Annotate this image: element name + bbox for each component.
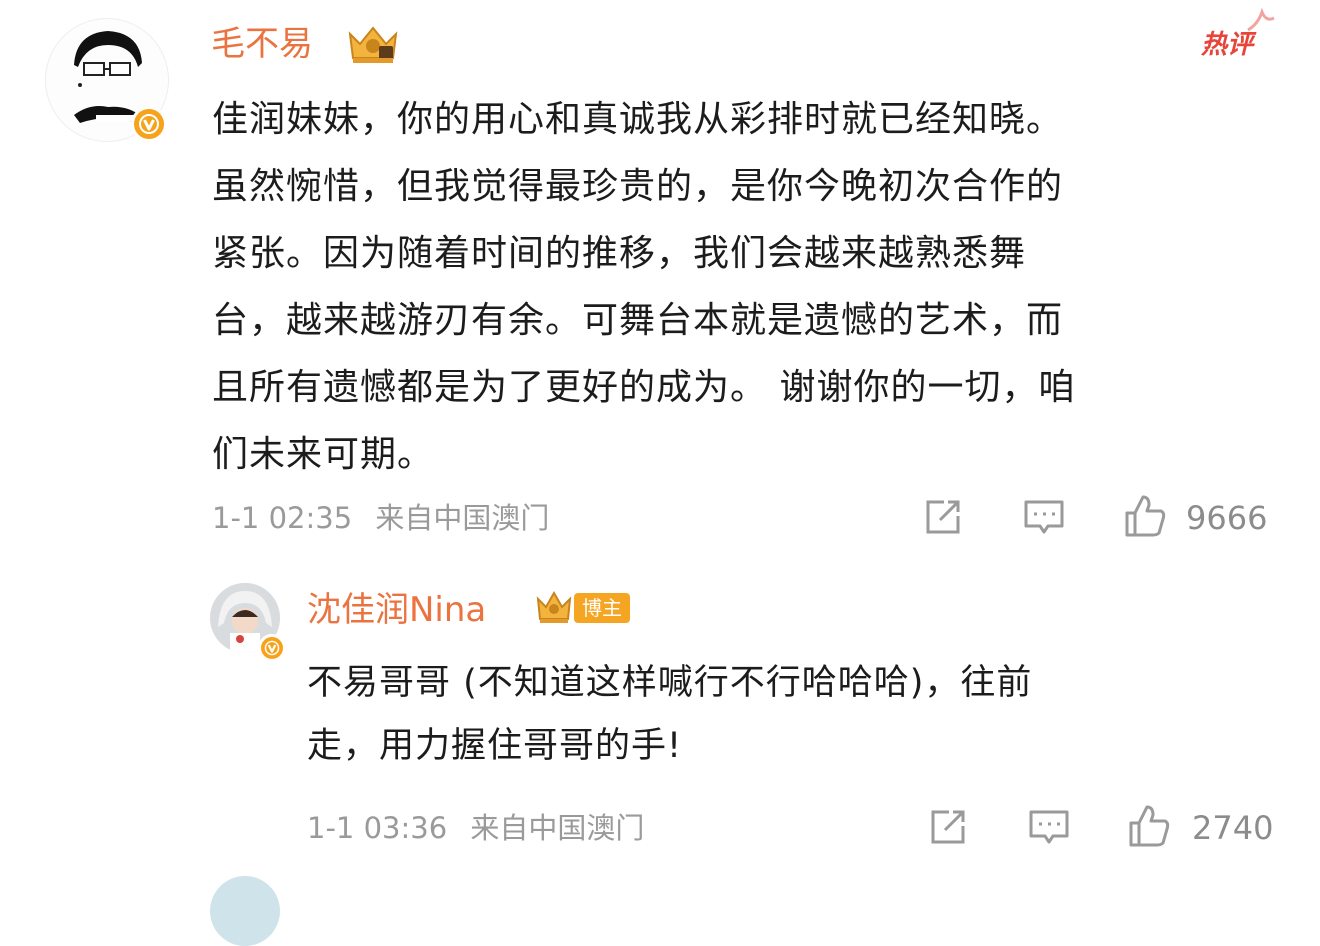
- share-icon[interactable]: [925, 804, 971, 850]
- next-avatar-partial: [210, 876, 280, 946]
- commenter-username[interactable]: 毛不易: [211, 24, 313, 64]
- reply-meta: 1-1 03:36 来自中国澳门: [307, 810, 644, 846]
- blogger-tag: 博主: [534, 589, 630, 627]
- like-icon[interactable]: [1120, 492, 1170, 542]
- blogger-tag-label: 博主: [574, 593, 630, 623]
- reply-location: 来自中国澳门: [470, 811, 645, 845]
- share-icon[interactable]: [920, 494, 966, 540]
- comment-body: 佳润妹妹，你的用心和真诚我从彩排时就已经知晓。 虽然惋惜，但我觉得最珍贵的，是你…: [212, 86, 1292, 488]
- comment-timestamp: 1-1 02:35: [212, 501, 353, 535]
- comment-line: 佳润妹妹，你的用心和真诚我从彩排时就已经知晓。: [212, 99, 1064, 140]
- comment-meta: 1-1 02:35 来自中国澳门: [212, 500, 549, 536]
- comment-line: 且所有遗憾都是为了更好的成为。 谢谢你的一切，咱: [212, 367, 1076, 408]
- comment-icon[interactable]: [1021, 494, 1067, 540]
- comment-like-count: 9666: [1186, 499, 1268, 537]
- like-icon[interactable]: [1124, 802, 1174, 852]
- comment-line: 紧张。因为随着时间的推移，我们会越来越熟悉舞: [212, 233, 1027, 274]
- crown-badge-icon: [536, 590, 572, 623]
- comment-icon[interactable]: [1026, 804, 1072, 850]
- crown-badge-icon: [344, 22, 402, 72]
- reply-like-count: 2740: [1192, 809, 1274, 847]
- reply-line: 走，用力握住哥哥的手!: [307, 726, 683, 766]
- hot-flag-icon: [1244, 7, 1276, 38]
- reply-timestamp: 1-1 03:36: [307, 811, 448, 845]
- reply-username[interactable]: 沈佳润Nina: [307, 590, 486, 630]
- verified-badge-icon: [131, 106, 167, 142]
- comment-line: 虽然惋惜，但我觉得最珍贵的，是你今晚初次合作的: [212, 166, 1064, 207]
- verified-badge-icon: [258, 634, 286, 662]
- comment-line: 台，越来越游刃有余。可舞台本就是遗憾的艺术，而: [212, 300, 1064, 341]
- reply-body: 不易哥哥 (不知道这样喊行不行哈哈哈)，往前 走，用力握住哥哥的手!: [307, 652, 1287, 778]
- comment-location: 来自中国澳门: [375, 501, 550, 535]
- comment-line: 们未来可期。: [212, 434, 435, 475]
- reply-line: 不易哥哥 (不知道这样喊行不行哈哈哈)，往前: [307, 663, 1033, 703]
